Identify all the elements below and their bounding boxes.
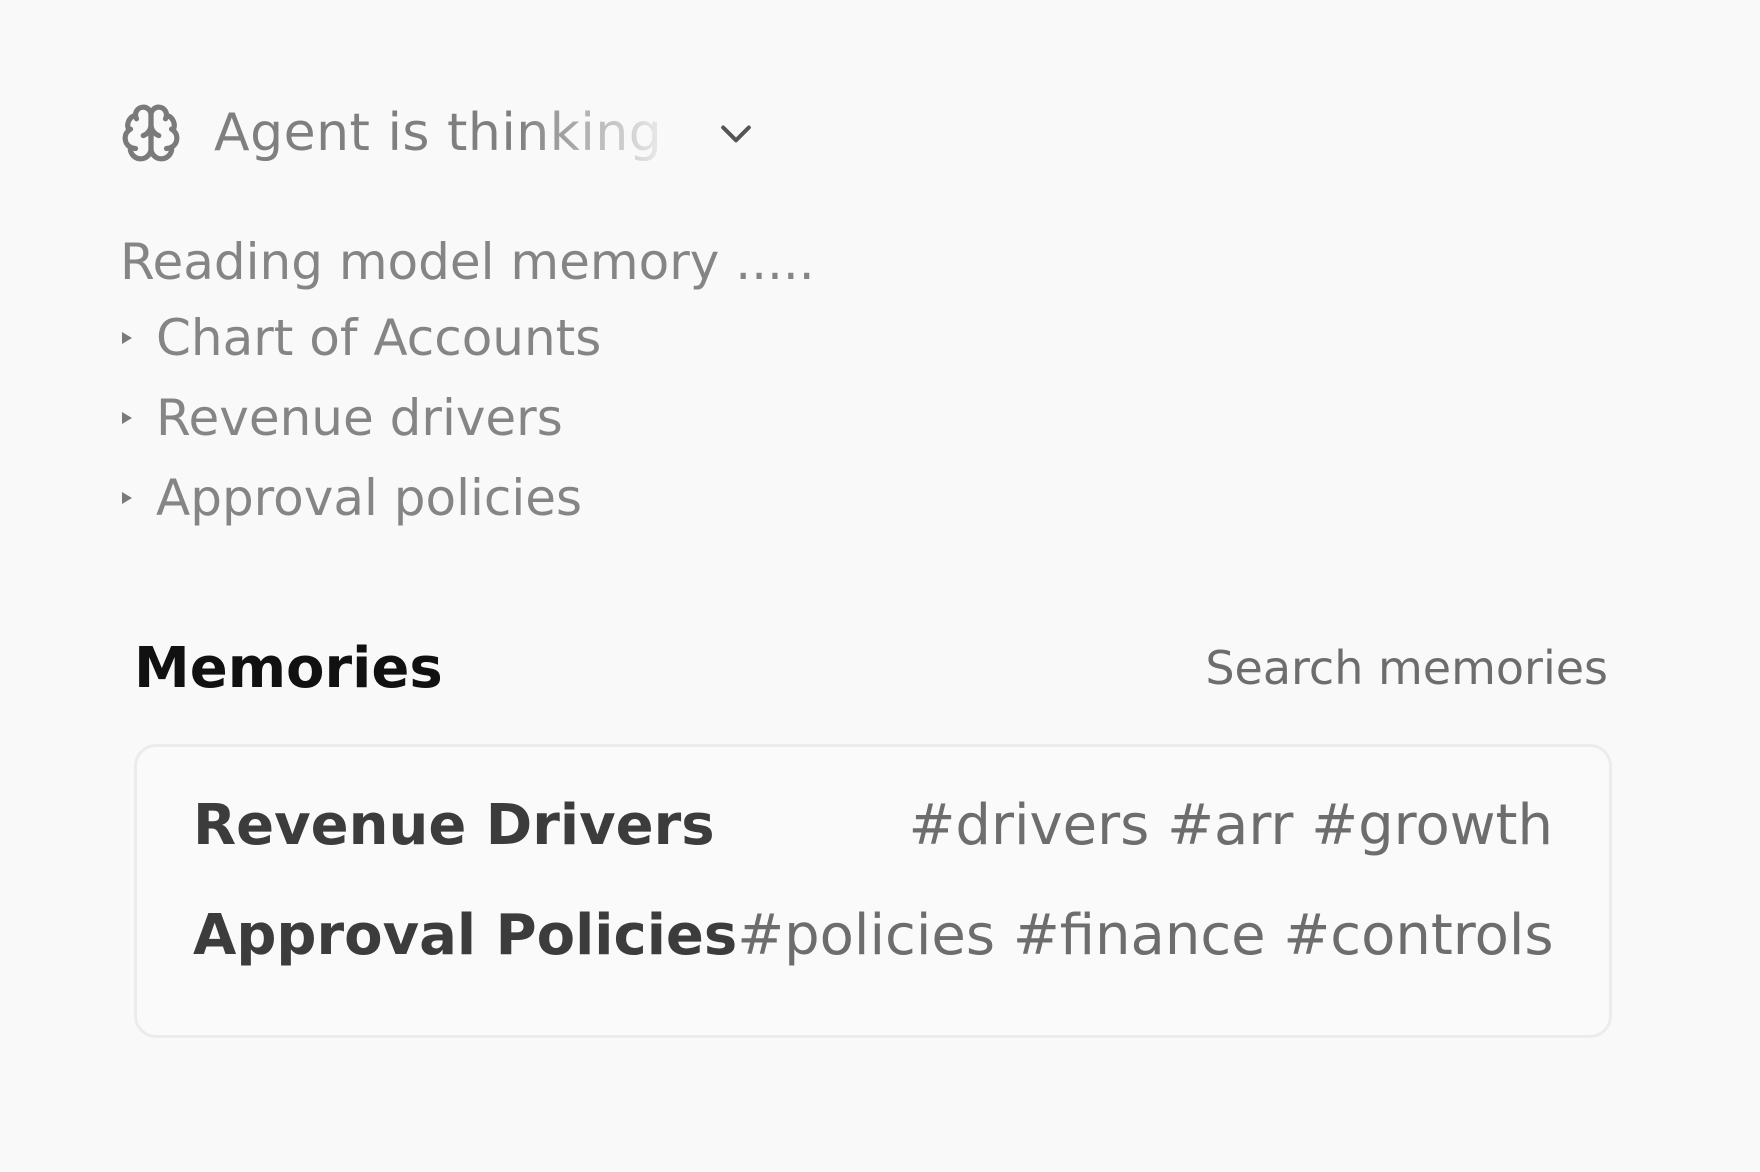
memory-row-title: Revenue Drivers [193, 792, 715, 858]
reading-item-chart-of-accounts[interactable]: Chart of Accounts [120, 298, 815, 378]
reading-item-revenue-drivers[interactable]: Revenue drivers [120, 378, 815, 458]
memories-title: Memories [134, 635, 443, 701]
triangle-right-icon [120, 488, 138, 508]
search-memories-link[interactable]: Search memories [1205, 641, 1608, 695]
memory-row-tags: #policies #finance #controls [737, 902, 1554, 968]
memory-row-revenue-drivers[interactable]: Revenue Drivers #drivers #arr #growth [193, 775, 1553, 875]
reading-item-label: Revenue drivers [156, 389, 563, 447]
memories-header: Memories Search memories [134, 628, 1610, 708]
triangle-right-icon [120, 408, 138, 428]
reading-item-label: Chart of Accounts [156, 309, 602, 367]
brain-icon [120, 102, 182, 164]
memory-reading-log: Reading model memory ..... Chart of Acco… [120, 226, 815, 538]
memory-row-title: Approval Policies [193, 902, 738, 968]
memory-row-tags: #drivers #arr #growth [908, 792, 1553, 858]
reading-status-text: Reading model memory ..... [120, 233, 815, 291]
chevron-down-icon[interactable] [714, 111, 758, 155]
thinking-toggle[interactable]: Agent is thinking [120, 98, 758, 168]
reading-item-label: Approval policies [156, 469, 583, 527]
thinking-status-label: Agent is thinking [214, 103, 663, 163]
triangle-right-icon [120, 328, 138, 348]
memories-card: Revenue Drivers #drivers #arr #growth Ap… [134, 744, 1612, 1038]
memory-row-approval-policies[interactable]: Approval Policies #policies #finance #co… [193, 885, 1554, 985]
reading-item-approval-policies[interactable]: Approval policies [120, 458, 815, 538]
